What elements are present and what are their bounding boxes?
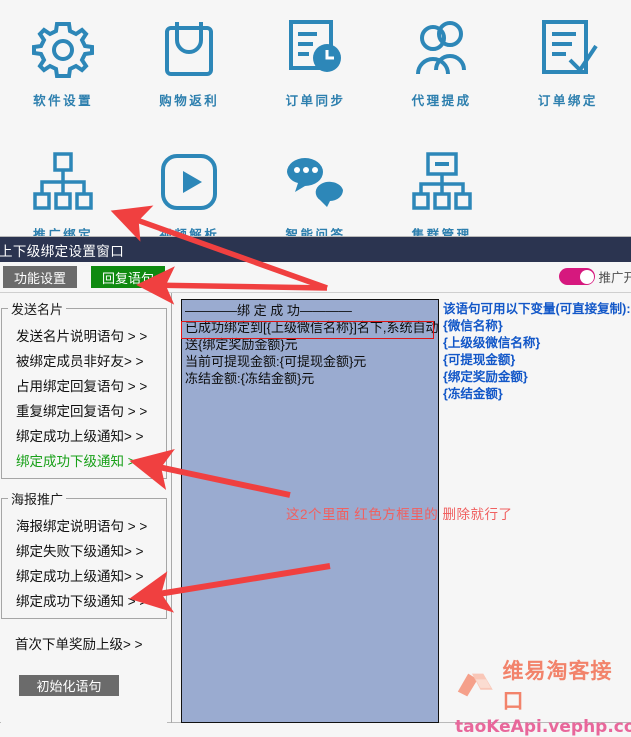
order-clock-icon: [289, 20, 342, 72]
sidebar-item-card-intro[interactable]: 发送名片说明语句 > >: [4, 322, 164, 347]
promotion-toggle[interactable]: [559, 268, 596, 285]
sidebar-item-duplicate-bind-reply[interactable]: 重复绑定回复语句 > >: [4, 397, 164, 422]
shopping-bag-icon: [165, 22, 214, 76]
tab-function-settings[interactable]: 功能设置: [3, 266, 77, 288]
editor-line: 已成功绑定到[{上级微信名称}]名下,系统自动赠: [185, 320, 439, 335]
variable-withdrawable-amount[interactable]: {可提现金额}: [443, 352, 631, 369]
document-check-icon: [541, 20, 598, 74]
launcher-label: 购物返利: [159, 94, 220, 108]
chat-bubbles-icon: [287, 158, 344, 207]
editor-line: 当前可提现金额:{可提现金额}元: [185, 354, 367, 369]
launcher-item-order-binding[interactable]: 订单绑定: [505, 16, 631, 109]
icon-launcher-panel: 软件设置 购物返利 订单同步 代理提成 订单绑定 推广绑定 视频解析 智能问答 …: [0, 0, 631, 242]
sidebar-item-first-order-reward-upper[interactable]: 首次下单奖励上级> >: [1, 629, 167, 657]
variables-panel: 该语句可用以下变量(可直接复制): {微信名称} {上级级微信名称} {可提现金…: [443, 301, 631, 403]
tab-reply-phrases[interactable]: 回复语句: [91, 266, 165, 288]
variables-heading: 该语句可用以下变量(可直接复制):: [443, 302, 631, 316]
editor-line: 冻结金额:{冻结金额}元: [185, 371, 315, 386]
sidebar: 发送名片 发送名片说明语句 > > 被绑定成员非好友> > 占用绑定回复语句 >…: [1, 299, 167, 723]
launcher-row-2: 推广绑定 视频解析 智能问答 集群管理: [0, 150, 631, 243]
sidebar-item-poster-bind-success-lower-notice[interactable]: 绑定成功下级通知 > >: [4, 587, 164, 612]
sidebar-item-occupied-bind-reply[interactable]: 占用绑定回复语句 > >: [4, 372, 164, 397]
launcher-item-agent-commission[interactable]: 代理提成: [379, 16, 505, 109]
watermark-url: taoKeApi.vephp.com: [455, 717, 631, 737]
editor-line: 送{绑定奖励金额}元: [185, 337, 298, 352]
reply-text-editor[interactable]: ————绑 定 成 功———— 已成功绑定到[{上级微信名称}]名下,系统自动赠…: [181, 299, 439, 723]
brand-logo-icon: [457, 673, 493, 697]
sidebar-item-poster-bind-intro[interactable]: 海报绑定说明语句 > >: [4, 512, 164, 537]
variable-wechat-name[interactable]: {微信名称}: [443, 318, 631, 335]
cluster-icon: [411, 152, 472, 210]
play-icon: [161, 154, 218, 210]
group-send-card: 发送名片 发送名片说明语句 > > 被绑定成员非好友> > 占用绑定回复语句 >…: [1, 299, 167, 479]
users-icon: [415, 21, 466, 75]
sidebar-item-bind-success-lower-notice[interactable]: 绑定成功下级通知 > >: [4, 447, 164, 472]
watermark-brand: 维易淘客接口: [502, 660, 613, 713]
launcher-item-video-parse[interactable]: 视频解析: [126, 150, 252, 243]
launcher-item-smart-qa[interactable]: 智能问答: [252, 150, 378, 243]
variable-bind-reward-amount[interactable]: {绑定奖励金额}: [443, 369, 631, 386]
launcher-label: 订单绑定: [537, 94, 598, 108]
init-phrases-button[interactable]: 初始化语句: [19, 675, 119, 696]
launcher-item-cluster-management[interactable]: 集群管理: [379, 150, 505, 243]
promotion-toggle-group[interactable]: 推广开: [559, 267, 631, 286]
group-title: 发送名片: [11, 302, 64, 317]
editor-line: ————绑 定 成 功————: [185, 303, 352, 318]
launcher-item-shopping-rebate[interactable]: 购物返利: [126, 16, 252, 109]
launcher-label: 软件设置: [33, 94, 94, 108]
gear-icon: [32, 22, 95, 78]
window-titlebar: 上下级绑定设置窗口: [0, 237, 631, 262]
launcher-item-order-sync[interactable]: 订单同步: [252, 16, 378, 109]
group-title: 海报推广: [11, 492, 64, 507]
vertical-divider: [171, 293, 172, 723]
page-title: 上下级绑定设置窗口: [0, 243, 125, 259]
variable-upper-wechat-name[interactable]: {上级级微信名称}: [443, 335, 631, 352]
launcher-row-1: 软件设置 购物返利 订单同步 代理提成 订单绑定: [0, 16, 631, 109]
sidebar-item-poster-bind-success-upper-notice[interactable]: 绑定成功上级通知> >: [4, 562, 164, 587]
sidebar-item-bind-success-upper-notice[interactable]: 绑定成功上级通知> >: [4, 422, 164, 447]
launcher-item-software-settings[interactable]: 软件设置: [0, 16, 126, 109]
settings-window: 上下级绑定设置窗口 功能设置 回复语句 推广开 发送名片 发送名片说明语句 > …: [0, 236, 631, 723]
group-poster-promotion: 海报推广 海报绑定说明语句 > > 绑定失败下级通知> > 绑定成功上级通知> …: [1, 489, 167, 619]
launcher-label: 代理提成: [411, 94, 472, 108]
variable-frozen-amount[interactable]: {冻结金额}: [443, 386, 631, 403]
promotion-toggle-label: 推广开: [598, 271, 631, 285]
sidebar-item-poster-bind-fail-lower-notice[interactable]: 绑定失败下级通知> >: [4, 537, 164, 562]
hierarchy-icon: [33, 152, 93, 210]
launcher-label: 订单同步: [285, 94, 346, 108]
watermark: 维易淘客接口 taoKeApi.vephp.com: [455, 655, 631, 737]
tab-bar: 功能设置 回复语句 推广开: [0, 262, 631, 293]
sidebar-item-bound-member-not-friend[interactable]: 被绑定成员非好友> >: [4, 347, 164, 372]
launcher-item-promotion-binding[interactable]: 推广绑定: [0, 150, 126, 243]
